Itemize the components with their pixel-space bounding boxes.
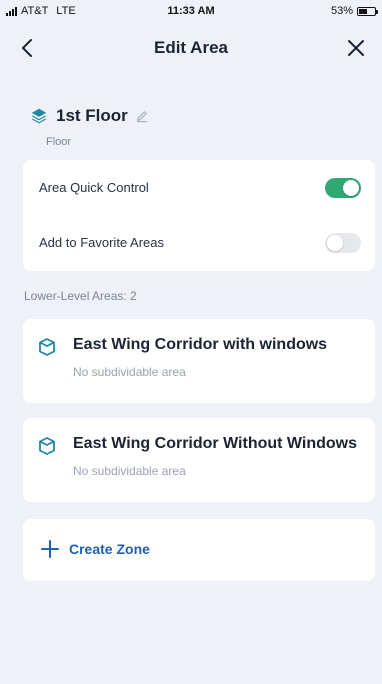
create-zone-button[interactable]: Create Zone bbox=[23, 519, 375, 581]
toggle-knob bbox=[343, 180, 359, 196]
area-item-subtitle: No subdividable area bbox=[73, 464, 186, 478]
favorite-toggle[interactable] bbox=[325, 233, 361, 253]
create-zone-label: Create Zone bbox=[69, 541, 150, 557]
quick-control-toggle[interactable] bbox=[325, 178, 361, 198]
area-type: Floor bbox=[46, 136, 72, 148]
page-title: Edit Area bbox=[153, 38, 228, 57]
pencil-icon[interactable] bbox=[135, 109, 149, 123]
plus-icon bbox=[41, 540, 59, 558]
setting-row-quick-control: Area Quick Control bbox=[23, 160, 375, 214]
settings-card: Area Quick Control Add to Favorite Areas bbox=[23, 160, 375, 271]
area-item-name: East Wing Corridor Without Windows bbox=[73, 435, 357, 452]
area-header: 1st Floor bbox=[30, 104, 149, 128]
setting-label: Area Quick Control bbox=[39, 180, 149, 195]
layers-icon bbox=[31, 108, 47, 124]
status-right: 53% bbox=[330, 5, 378, 17]
close-icon[interactable] bbox=[344, 36, 368, 60]
area-name: 1st Floor bbox=[56, 106, 128, 125]
section-title: Lower-Level Areas: 2 bbox=[24, 289, 137, 303]
list-item[interactable]: East Wing Corridor Without Windows No su… bbox=[23, 418, 375, 502]
area-item-subtitle: No subdividable area bbox=[73, 365, 186, 379]
status-time: 11:33 AM bbox=[167, 5, 215, 17]
setting-label: Add to Favorite Areas bbox=[39, 235, 165, 250]
area-item-name: East Wing Corridor with windows bbox=[73, 336, 328, 353]
battery-percent: 53% bbox=[330, 5, 353, 17]
list-item[interactable]: East Wing Corridor with windows No subdi… bbox=[23, 319, 375, 403]
battery-level bbox=[359, 8, 367, 14]
navigation-bar: Edit Area bbox=[0, 26, 382, 70]
setting-row-favorite: Add to Favorite Areas bbox=[23, 215, 375, 269]
area-icon bbox=[39, 338, 55, 356]
area-icon bbox=[39, 437, 55, 455]
toggle-knob bbox=[327, 235, 343, 251]
status-bar: AT&T LTE 11:33 AM 53% bbox=[0, 0, 382, 22]
battery-icon bbox=[357, 6, 378, 16]
